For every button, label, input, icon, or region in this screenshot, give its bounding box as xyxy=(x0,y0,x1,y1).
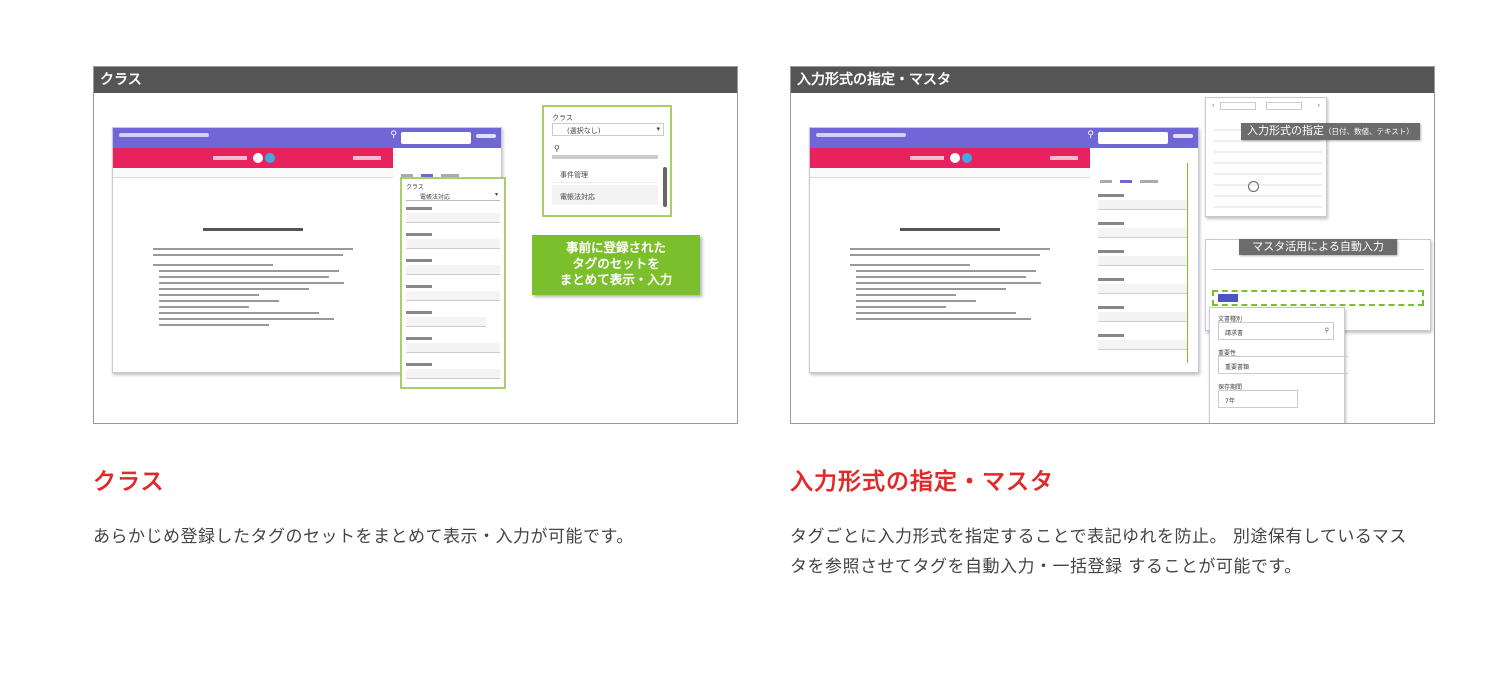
mock-app-bar: ⚲ xyxy=(113,128,501,148)
master-search-field xyxy=(1212,260,1424,270)
master-autofill-fields: 文書種別 請求書 ⚲ 重要性 重要書類 保存期間 7年 xyxy=(1209,307,1348,423)
search-icon: ⚲ xyxy=(390,130,397,140)
mock-search-input xyxy=(1098,132,1168,144)
field-retention-period: 7年 xyxy=(1218,390,1298,408)
label-input-format: 入力形式の指定（日付、数値、テキスト） xyxy=(1241,123,1420,140)
mock-search-input xyxy=(401,132,471,144)
dropdown-scrollbar xyxy=(663,167,667,207)
screenshot-input-master: 入力形式の指定・マスタ ⚲ ‹ › 入力形式の指定（日付、数値、テキスト） マス… xyxy=(790,66,1435,424)
class-dropdown-popup: クラス (選択なし) ▾ ⚲ 事件管理 電帳法対応 xyxy=(542,105,672,217)
mock-viewer-toolbar xyxy=(113,168,393,178)
feature-card-input-master: 入力形式の指定・マスタ ⚲ ‹ › 入力形式の指定（日付、数値、テキスト） マス… xyxy=(790,66,1435,582)
search-icon: ⚲ xyxy=(1087,130,1094,140)
screenshot-class: クラス ⚲ クラス 電帳法対応 ▾ クラス (選択なし) ▾ ⚲ 事件管理 電帳… xyxy=(93,66,738,424)
mock-tag-panel xyxy=(1096,180,1196,370)
feature-description: タグごとに入力形式を指定することで表記ゆれを防止。 別途保有しているマスタを参照… xyxy=(790,527,1407,577)
chevron-left-icon: ‹ xyxy=(1212,102,1215,109)
class-dropdown-select: (選択なし) ▾ xyxy=(552,123,664,136)
date-picker-popup: ‹ › xyxy=(1205,97,1327,217)
chevron-down-icon: ▾ xyxy=(656,125,660,133)
mock-app-bar: ⚲ xyxy=(810,128,1198,148)
field-importance: 重要書類 xyxy=(1218,356,1348,374)
search-icon: ⚲ xyxy=(1324,327,1329,334)
dropdown-option-selected: 電帳法対応 xyxy=(552,185,658,205)
feature-description: あらかじめ登録したタグのセットをまとめて表示・入力が可能です。 xyxy=(93,527,634,547)
search-icon: ⚲ xyxy=(554,144,560,153)
calendar-today-marker xyxy=(1248,181,1259,192)
mock-file-bar xyxy=(113,148,393,168)
dropdown-option: 事件管理 xyxy=(552,163,658,183)
label-master-autofill: マスタ活用による自動入力 xyxy=(1239,239,1397,255)
field-document-type: 請求書 ⚲ xyxy=(1218,322,1334,340)
screenshot-header: クラス xyxy=(94,67,737,93)
mock-document xyxy=(123,186,383,366)
screenshot-header: 入力形式の指定・マスタ xyxy=(791,67,1434,93)
feature-card-class: クラス ⚲ クラス 電帳法対応 ▾ クラス (選択なし) ▾ ⚲ 事件管理 電帳… xyxy=(93,66,738,552)
chevron-right-icon: › xyxy=(1317,102,1320,109)
mock-document xyxy=(820,186,1080,366)
feature-title: 入力形式の指定・マスタ xyxy=(790,469,1054,495)
mock-viewer-toolbar xyxy=(810,168,1090,178)
chevron-down-icon: ▾ xyxy=(494,191,498,198)
feature-title: クラス xyxy=(93,469,165,495)
callout-class-set: 事前に登録された タグのセットを まとめて表示・入力 xyxy=(532,235,700,295)
mock-file-bar xyxy=(810,148,1090,168)
mock-app-window: ⚲ xyxy=(809,127,1199,373)
tag-panel-highlight: クラス 電帳法対応 ▾ xyxy=(400,177,506,389)
class-select-mini: 電帳法対応 ▾ xyxy=(406,190,500,201)
master-row-highlight xyxy=(1212,290,1424,306)
